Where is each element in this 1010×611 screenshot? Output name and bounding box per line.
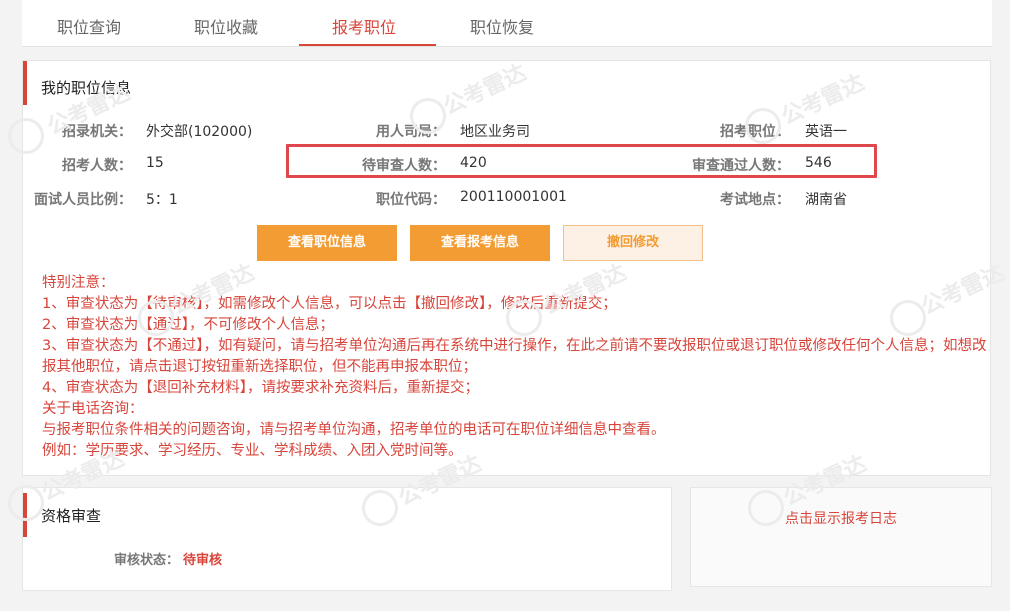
view-application-button[interactable]: 查看报考信息 (410, 225, 550, 261)
revoke-edit-button[interactable]: 撤回修改 (563, 225, 703, 261)
exam-location-label: 考试地点： (720, 192, 790, 208)
position-code-label: 职位代码： (376, 192, 446, 208)
notice-line: 4、审查状态为【退回补充材料】，请按要求补充资料后，重新提交； (42, 380, 479, 396)
employing-department-label: 用人司局： (376, 124, 446, 140)
notice-line: 3、审查状态为【不通过】，如有疑问，请与招考单位沟通后再在系统中进行操作，在此之… (42, 338, 987, 375)
tab-bar: 职位查询 职位收藏 报考职位 职位恢复 (22, 0, 992, 47)
recruiting-agency-value: 外交部(102000) (146, 124, 253, 140)
interview-ratio-label: 面试人员比例： (34, 192, 132, 208)
notice-line: 2、审查状态为【通过】，不可修改个人信息； (42, 317, 334, 333)
notice-line: 1、审查状态为【待审核】，如需修改个人信息，可以点击【撤回修改】，修改后重新提交… (42, 296, 617, 312)
recruit-count-value: 15 (146, 155, 164, 171)
notice-line: 与报考职位条件相关的问题咨询，请与招考单位沟通，招考单位的电话可在职位详细信息中… (42, 422, 666, 438)
title-accent-bar (23, 61, 27, 105)
position-name-value: 英语一 (805, 124, 847, 140)
tab-position-recovery[interactable]: 职位恢复 (470, 14, 534, 38)
tab-applied-position[interactable]: 报考职位 (332, 14, 396, 38)
recruit-count-label: 招考人数： (62, 158, 132, 174)
recruiting-agency-label: 招录机关： (62, 124, 132, 140)
review-stats-highlight (286, 144, 877, 178)
notice-text: 特别注意： 1、审查状态为【待审核】，如需修改个人信息，可以点击【撤回修改】，修… (42, 273, 987, 462)
review-status-label: 审核状态： (113, 553, 179, 568)
review-status-value: 待审核 (183, 553, 223, 568)
interview-ratio-value: 5：1 (146, 192, 178, 208)
tab-position-query[interactable]: 职位查询 (57, 14, 121, 38)
qualification-title: 资格审查 (41, 507, 102, 525)
section-title: 我的职位信息 (41, 79, 132, 97)
employing-department-value: 地区业务司 (460, 124, 530, 140)
notice-line: 关于电话咨询： (42, 401, 144, 417)
notice-line: 例如：学历要求、学习经历、专业、学科成绩、入团入党时间等。 (42, 443, 463, 459)
application-log-panel: 点击显示报考日志 (690, 487, 992, 587)
notice-line: 特别注意： (42, 275, 115, 291)
tab-position-favorites[interactable]: 职位收藏 (194, 14, 258, 38)
position-code-value: 200110001001 (460, 189, 567, 205)
show-application-log-link[interactable]: 点击显示报考日志 (691, 508, 991, 528)
qualification-card: 资格审查 审核状态： 待审核 (22, 487, 672, 591)
active-tab-indicator (299, 44, 436, 46)
view-position-button[interactable]: 查看职位信息 (257, 225, 397, 261)
exam-location-value: 湖南省 (805, 192, 847, 208)
title-accent-bar (23, 493, 27, 537)
position-name-label: 招考职位： (720, 124, 790, 140)
